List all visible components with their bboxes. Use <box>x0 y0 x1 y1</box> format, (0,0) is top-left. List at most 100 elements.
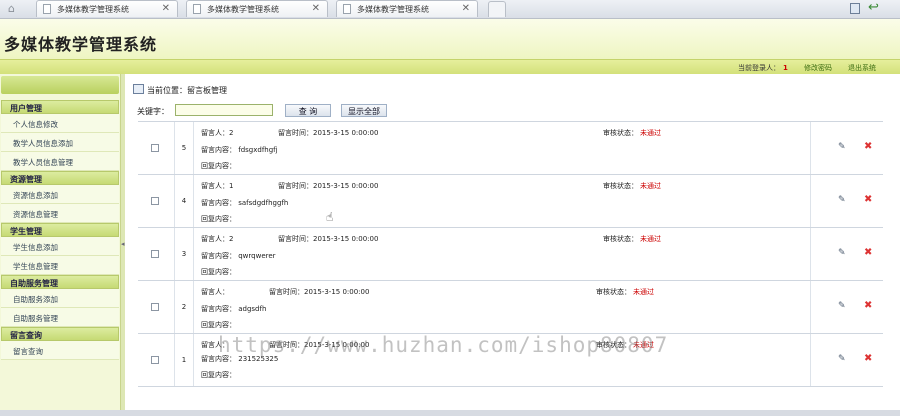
sidebar-item-student-add[interactable]: 学生信息添加 <box>1 237 119 256</box>
content-field: 留言内容： adgsdfh <box>201 304 266 314</box>
window-icon <box>133 84 144 94</box>
row-checkbox[interactable] <box>151 197 159 205</box>
content-value: qwrqwerer <box>238 252 276 260</box>
author-label: 留言人： <box>201 235 229 243</box>
status-field: 审核状态： 未通过 <box>596 287 654 297</box>
keyword-label: 关键字： <box>137 107 169 116</box>
app-header: 多媒体教学管理系统 <box>0 19 900 59</box>
message-row: 3 留言人：2 留言时间：2015-3-15 0:00:00 审核状态： 未通过 … <box>138 228 883 281</box>
breadcrumb: 当前位置：留言板管理 <box>133 84 227 96</box>
new-tab-button[interactable] <box>488 1 506 17</box>
reply-label: 回复内容： <box>201 268 236 276</box>
row-number: 2 <box>181 303 187 311</box>
reply-field: 回复内容： <box>201 320 236 330</box>
sidebar-section-users[interactable]: 用户管理 <box>1 100 119 114</box>
row-number: 3 <box>181 250 187 258</box>
sidebar-section-messages[interactable]: 留言查询 <box>1 327 119 341</box>
sidebar-item-selfservice-add[interactable]: 自助服务添加 <box>1 289 119 308</box>
collapse-arrow-icon[interactable]: ◂ <box>121 240 125 248</box>
browser-tab-3[interactable]: 多媒体教学管理系统 ✕ <box>336 0 478 17</box>
row-number: 5 <box>181 144 187 152</box>
delete-x-icon[interactable]: ✖ <box>864 194 872 205</box>
status-badge: 未通过 <box>640 182 661 190</box>
row-checkbox[interactable] <box>151 144 159 152</box>
status-badge: 未通过 <box>640 235 661 243</box>
sidebar-item-staff-manage[interactable]: 教学人员信息管理 <box>1 152 119 171</box>
keyword-input[interactable] <box>175 104 273 116</box>
top-info-bar: 当前登录人： 1 修改密码 退出系统 <box>0 59 900 75</box>
search-button[interactable]: 查 询 <box>285 104 331 117</box>
reply-field: 回复内容： <box>201 267 236 277</box>
sidebar-section-selfservice[interactable]: 自助服务管理 <box>1 275 119 289</box>
close-icon[interactable]: ✕ <box>162 3 170 14</box>
back-arrow-icon[interactable]: ↩ <box>868 1 879 15</box>
time-field: 留言时间：2015-3-15 0:00:00 <box>269 287 369 297</box>
status-field: 审核状态： 未通过 <box>603 128 661 138</box>
home-icon[interactable]: ⌂ <box>8 3 22 15</box>
reply-label: 回复内容： <box>201 162 236 170</box>
watermark: https://www.huzhan.com/ishop80807 <box>218 333 669 357</box>
sidebar-item-profile-edit[interactable]: 个人信息修改 <box>1 114 119 133</box>
main-panel: 当前位置：留言板管理 关键字： 查 询 显示全部 5 留言人：2 留言时间：20… <box>125 74 900 416</box>
sidebar-section-resources[interactable]: 资源管理 <box>1 171 119 185</box>
content-value: adgsdfh <box>238 305 267 313</box>
pencil-icon[interactable]: ✎ <box>838 301 846 311</box>
row-checkbox[interactable] <box>151 250 159 258</box>
pencil-icon[interactable]: ✎ <box>838 142 846 152</box>
page-icon[interactable] <box>850 3 860 14</box>
sidebar-item-staff-add[interactable]: 教学人员信息添加 <box>1 133 119 152</box>
time-value: 2015-3-15 0:00:00 <box>313 182 379 190</box>
pencil-icon[interactable]: ✎ <box>838 195 846 205</box>
login-user: 1 <box>783 64 788 72</box>
delete-x-icon[interactable]: ✖ <box>864 141 872 152</box>
app-title: 多媒体教学管理系统 <box>4 35 158 54</box>
reply-label: 回复内容： <box>201 371 236 379</box>
pencil-icon[interactable]: ✎ <box>838 354 846 364</box>
delete-x-icon[interactable]: ✖ <box>864 353 872 364</box>
author-label: 留言人： <box>201 288 229 296</box>
author-value: 2 <box>229 129 234 137</box>
close-icon[interactable]: ✕ <box>462 3 470 14</box>
sidebar-item-message-query[interactable]: 留言查询 <box>1 341 119 360</box>
change-password-link[interactable]: 修改密码 <box>804 63 832 73</box>
row-number: 1 <box>181 356 187 364</box>
sidebar-item-selfservice-manage[interactable]: 自助服务管理 <box>1 308 119 327</box>
sidebar-section-students[interactable]: 学生管理 <box>1 223 119 237</box>
author-label: 留言人： <box>201 129 229 137</box>
author-field: 留言人：2 <box>201 128 233 138</box>
sidebar-item-resource-add[interactable]: 资源信息添加 <box>1 185 119 204</box>
author-value: 1 <box>229 182 234 190</box>
time-label: 留言时间： <box>269 288 304 296</box>
pencil-icon[interactable]: ✎ <box>838 248 846 258</box>
time-field: 留言时间：2015-3-15 0:00:00 <box>278 181 378 191</box>
login-info: 当前登录人： 1 <box>738 63 788 73</box>
time-label: 留言时间： <box>278 182 313 190</box>
time-value: 2015-3-15 0:00:00 <box>313 129 379 137</box>
status-field: 审核状态： 未通过 <box>603 234 661 244</box>
time-value: 2015-3-15 0:00:00 <box>304 288 370 296</box>
browser-tab-2[interactable]: 多媒体教学管理系统 ✕ <box>186 0 328 17</box>
author-value: 2 <box>229 235 234 243</box>
row-number: 4 <box>181 197 187 205</box>
show-all-button[interactable]: 显示全部 <box>341 104 387 117</box>
breadcrumb-text: 当前位置：留言板管理 <box>147 86 227 95</box>
logout-link[interactable]: 退出系统 <box>848 63 876 73</box>
sidebar-item-resource-manage[interactable]: 资源信息管理 <box>1 204 119 223</box>
browser-tab-1[interactable]: 多媒体教学管理系统 ✕ <box>36 0 178 17</box>
time-value: 2015-3-15 0:00:00 <box>313 235 379 243</box>
delete-x-icon[interactable]: ✖ <box>864 300 872 311</box>
close-icon[interactable]: ✕ <box>312 3 320 14</box>
content-label: 留言内容： <box>201 305 236 313</box>
status-label: 审核状态： <box>596 288 631 296</box>
browser-tabstrip: ⌂ 多媒体教学管理系统 ✕ 多媒体教学管理系统 ✕ 多媒体教学管理系统 ✕ ↩ <box>0 0 900 19</box>
author-label: 留言人： <box>201 182 229 190</box>
row-checkbox[interactable] <box>151 303 159 311</box>
sidebar-header <box>1 76 119 94</box>
sidebar-item-student-manage[interactable]: 学生信息管理 <box>1 256 119 275</box>
document-icon <box>43 4 51 14</box>
delete-x-icon[interactable]: ✖ <box>864 247 872 258</box>
author-field: 留言人： <box>201 287 229 297</box>
row-checkbox[interactable] <box>151 356 159 364</box>
tab-title: 多媒体教学管理系统 <box>57 5 129 14</box>
status-bar <box>0 410 900 416</box>
